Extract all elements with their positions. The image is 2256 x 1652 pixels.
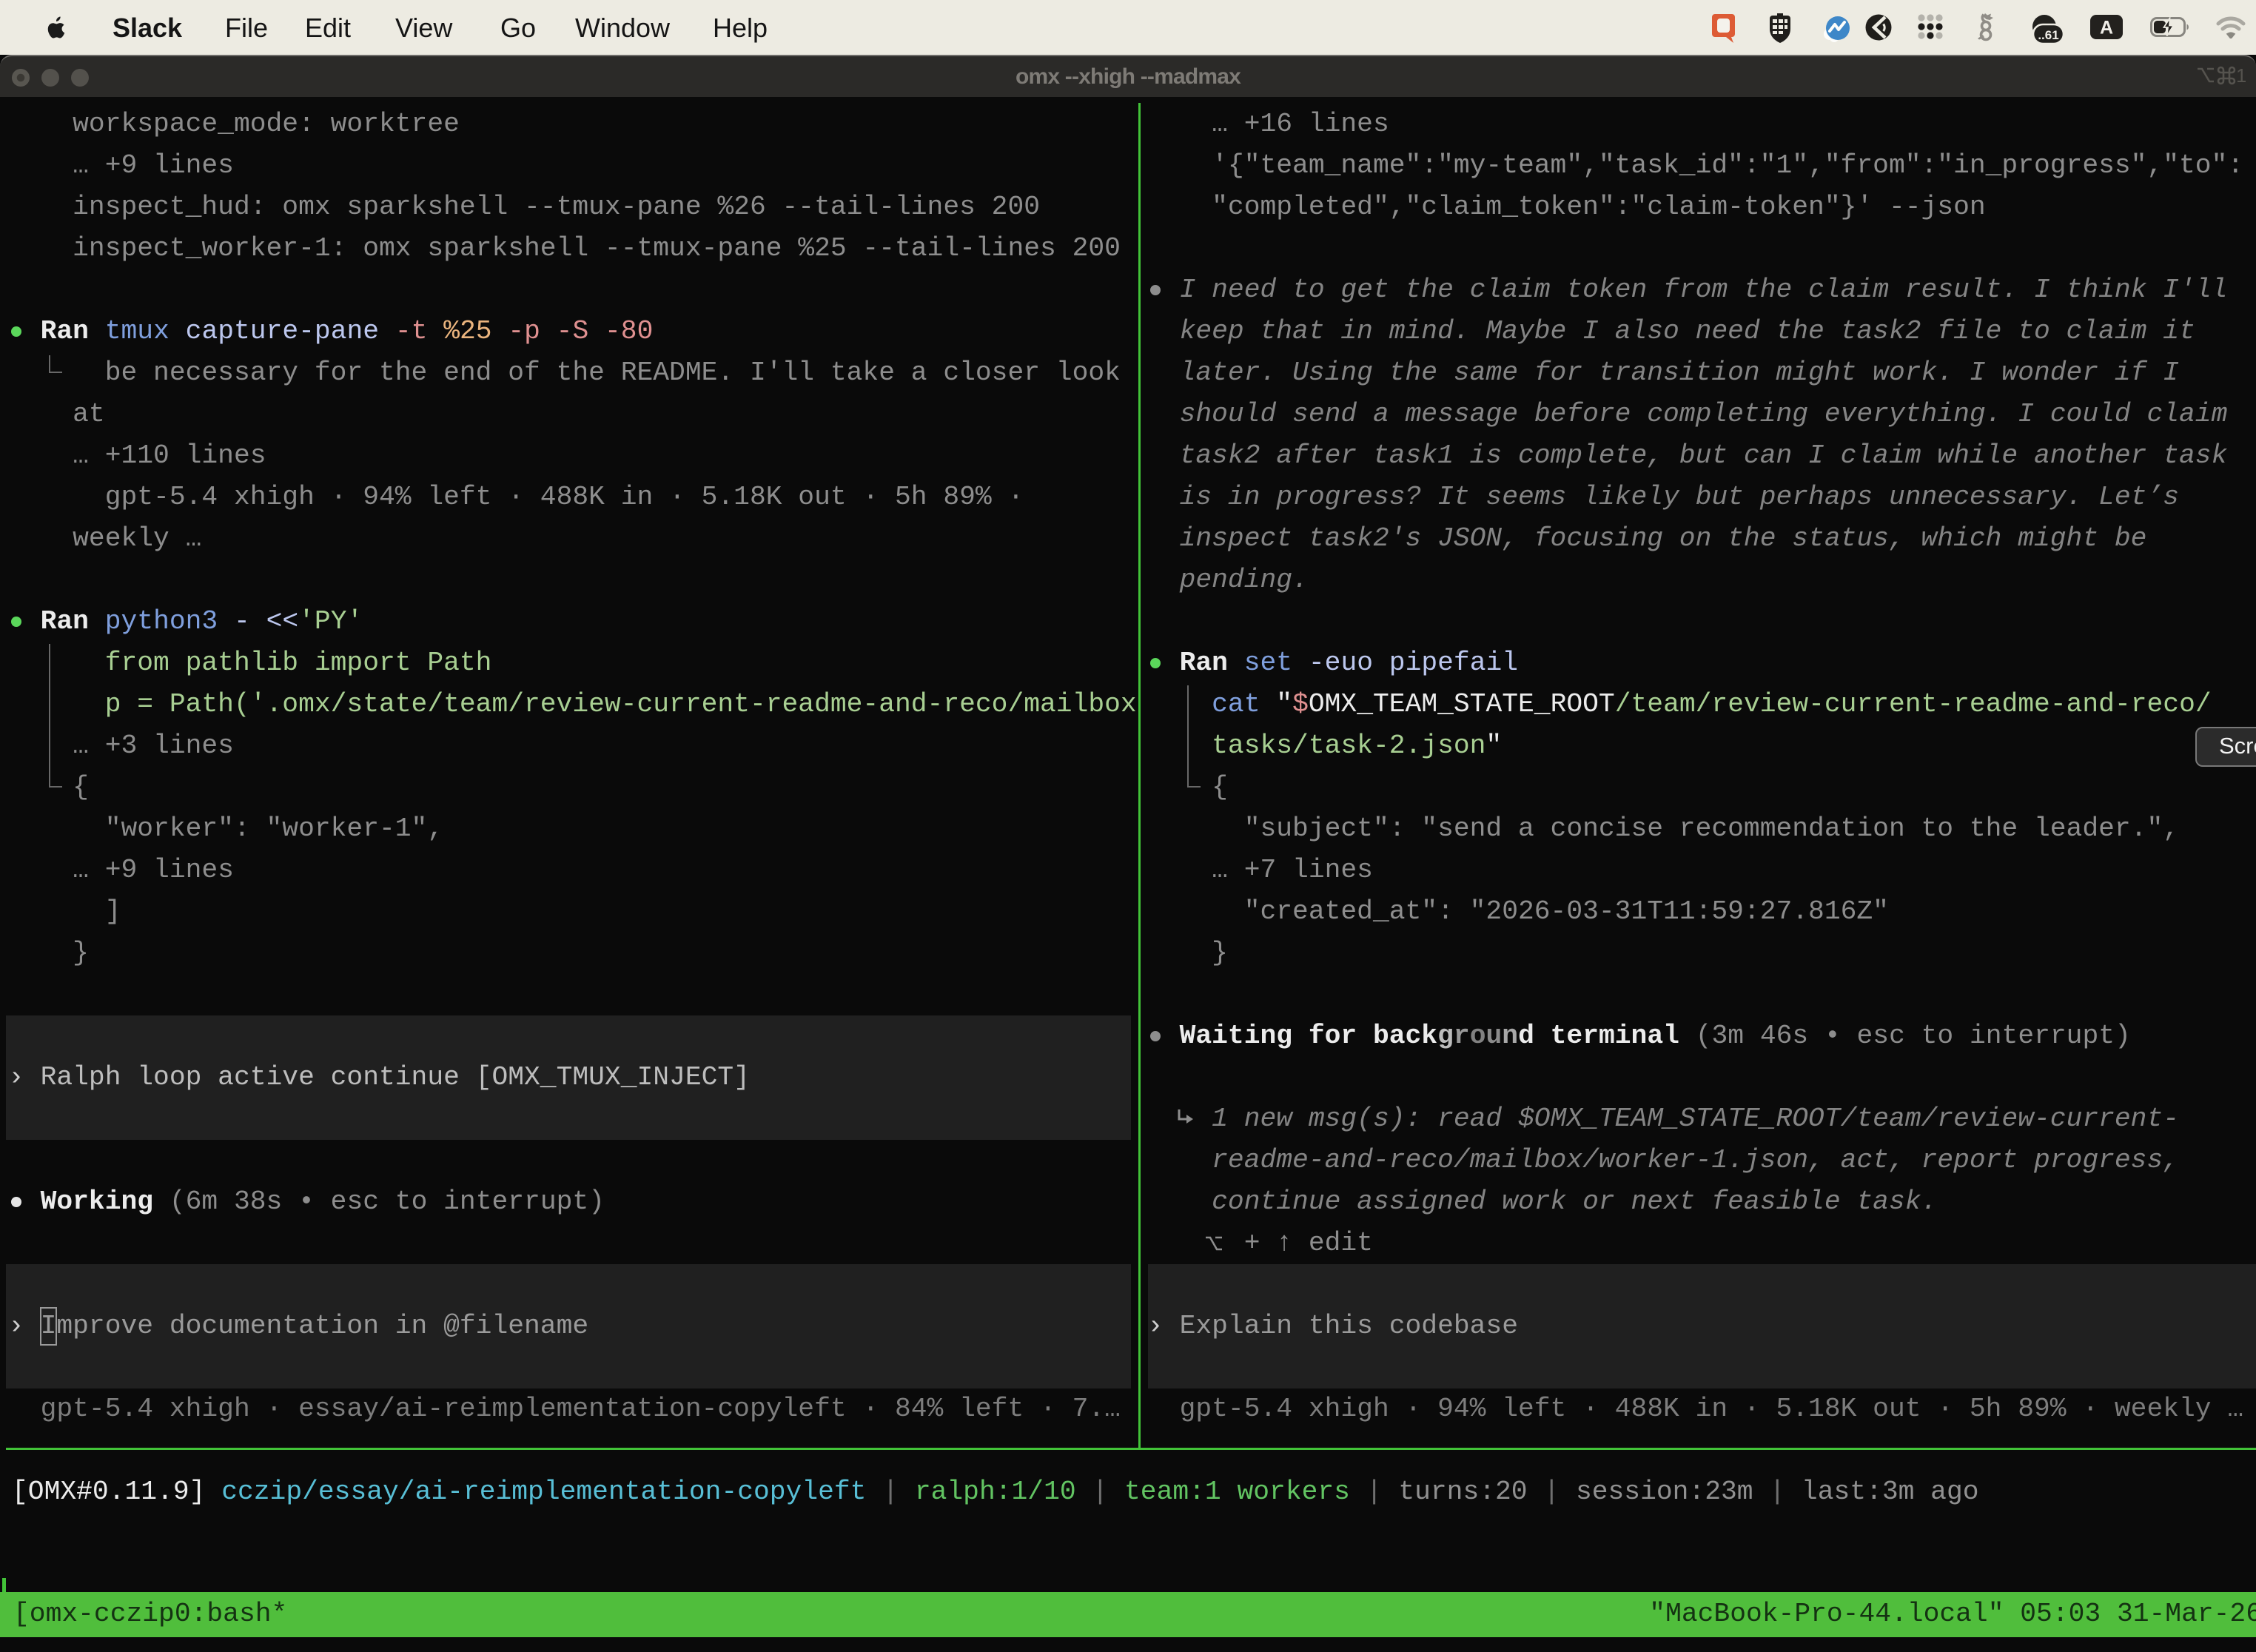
- svg-text:A: A: [2100, 18, 2113, 38]
- svg-text:..61: ..61: [2038, 28, 2058, 42]
- svg-text:1: 1: [2236, 65, 2246, 86]
